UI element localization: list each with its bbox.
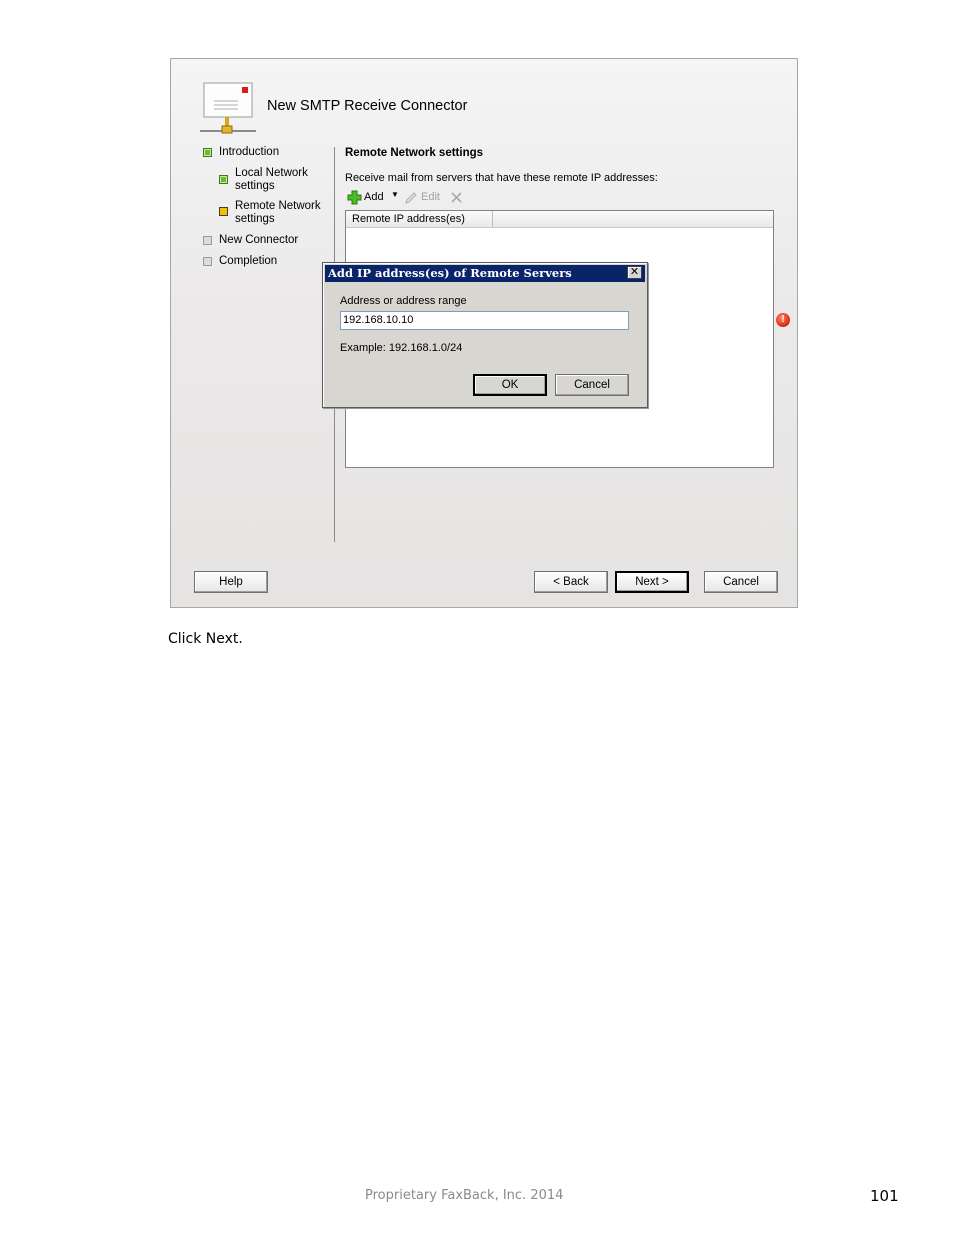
plus-icon bbox=[347, 190, 362, 205]
section-title: Remote Network settings bbox=[345, 147, 484, 159]
cancel-button[interactable]: Cancel bbox=[704, 571, 778, 593]
error-icon: ! bbox=[776, 313, 790, 327]
address-input[interactable]: 192.168.10.10 bbox=[340, 311, 629, 330]
edit-label: Edit bbox=[421, 191, 440, 203]
step-label-line1: Local Network bbox=[235, 167, 308, 179]
page-number: 101 bbox=[870, 1187, 899, 1205]
remove-button[interactable] bbox=[450, 189, 464, 207]
step-label-line1: Remote Network bbox=[235, 200, 321, 212]
back-label: < Back bbox=[553, 576, 589, 588]
address-example: Example: 192.168.1.0/24 bbox=[340, 342, 463, 354]
step-label: New Connector bbox=[219, 234, 299, 246]
step-done-icon bbox=[203, 148, 212, 157]
add-ip-dialog: Add IP address(es) of Remote Servers ✕ A… bbox=[322, 262, 648, 408]
remove-icon bbox=[451, 192, 462, 203]
help-button[interactable]: Help bbox=[194, 571, 268, 593]
edit-button[interactable]: Edit bbox=[404, 189, 442, 207]
next-label: Next > bbox=[635, 576, 669, 588]
step-label: Introduction bbox=[219, 146, 280, 158]
step-label-line2: settings bbox=[235, 180, 275, 192]
column-header-remote-ip[interactable]: Remote IP address(es) bbox=[346, 211, 493, 227]
add-label: Add bbox=[364, 191, 384, 203]
ok-label: OK bbox=[501, 379, 519, 391]
pencil-icon bbox=[405, 192, 417, 204]
next-button[interactable]: Next > bbox=[615, 571, 689, 593]
smtp-connector-icon bbox=[200, 82, 256, 134]
dialog-cancel-button[interactable]: Cancel bbox=[555, 374, 629, 396]
step-pending-icon bbox=[203, 257, 212, 266]
caption-text: Click Next. bbox=[168, 631, 243, 647]
ok-button[interactable]: OK bbox=[473, 374, 547, 396]
ip-list-toolbar: Add ▼ Edit bbox=[346, 189, 486, 207]
section-description: Receive mail from servers that have thes… bbox=[345, 172, 658, 184]
dialog-title: Add IP address(es) of Remote Servers bbox=[325, 265, 645, 282]
dialog-cancel-label: Cancel bbox=[574, 379, 610, 391]
step-current-icon bbox=[219, 207, 228, 216]
footer-text: Proprietary FaxBack, Inc. 2014 bbox=[365, 1188, 564, 1203]
list-header: Remote IP address(es) bbox=[346, 211, 773, 228]
wizard-title: New SMTP Receive Connector bbox=[267, 98, 468, 114]
add-button[interactable]: Add ▼ bbox=[346, 189, 399, 207]
cancel-label: Cancel bbox=[723, 576, 759, 588]
step-label: Completion bbox=[219, 255, 278, 267]
step-done-icon bbox=[219, 175, 228, 184]
step-label-line2: settings bbox=[235, 213, 275, 225]
back-button[interactable]: < Back bbox=[534, 571, 608, 593]
step-pending-icon bbox=[203, 236, 212, 245]
chevron-down-icon[interactable]: ▼ bbox=[391, 190, 399, 199]
close-icon[interactable]: ✕ bbox=[627, 266, 642, 279]
help-label: Help bbox=[219, 576, 243, 588]
address-field-label: Address or address range bbox=[340, 295, 467, 307]
